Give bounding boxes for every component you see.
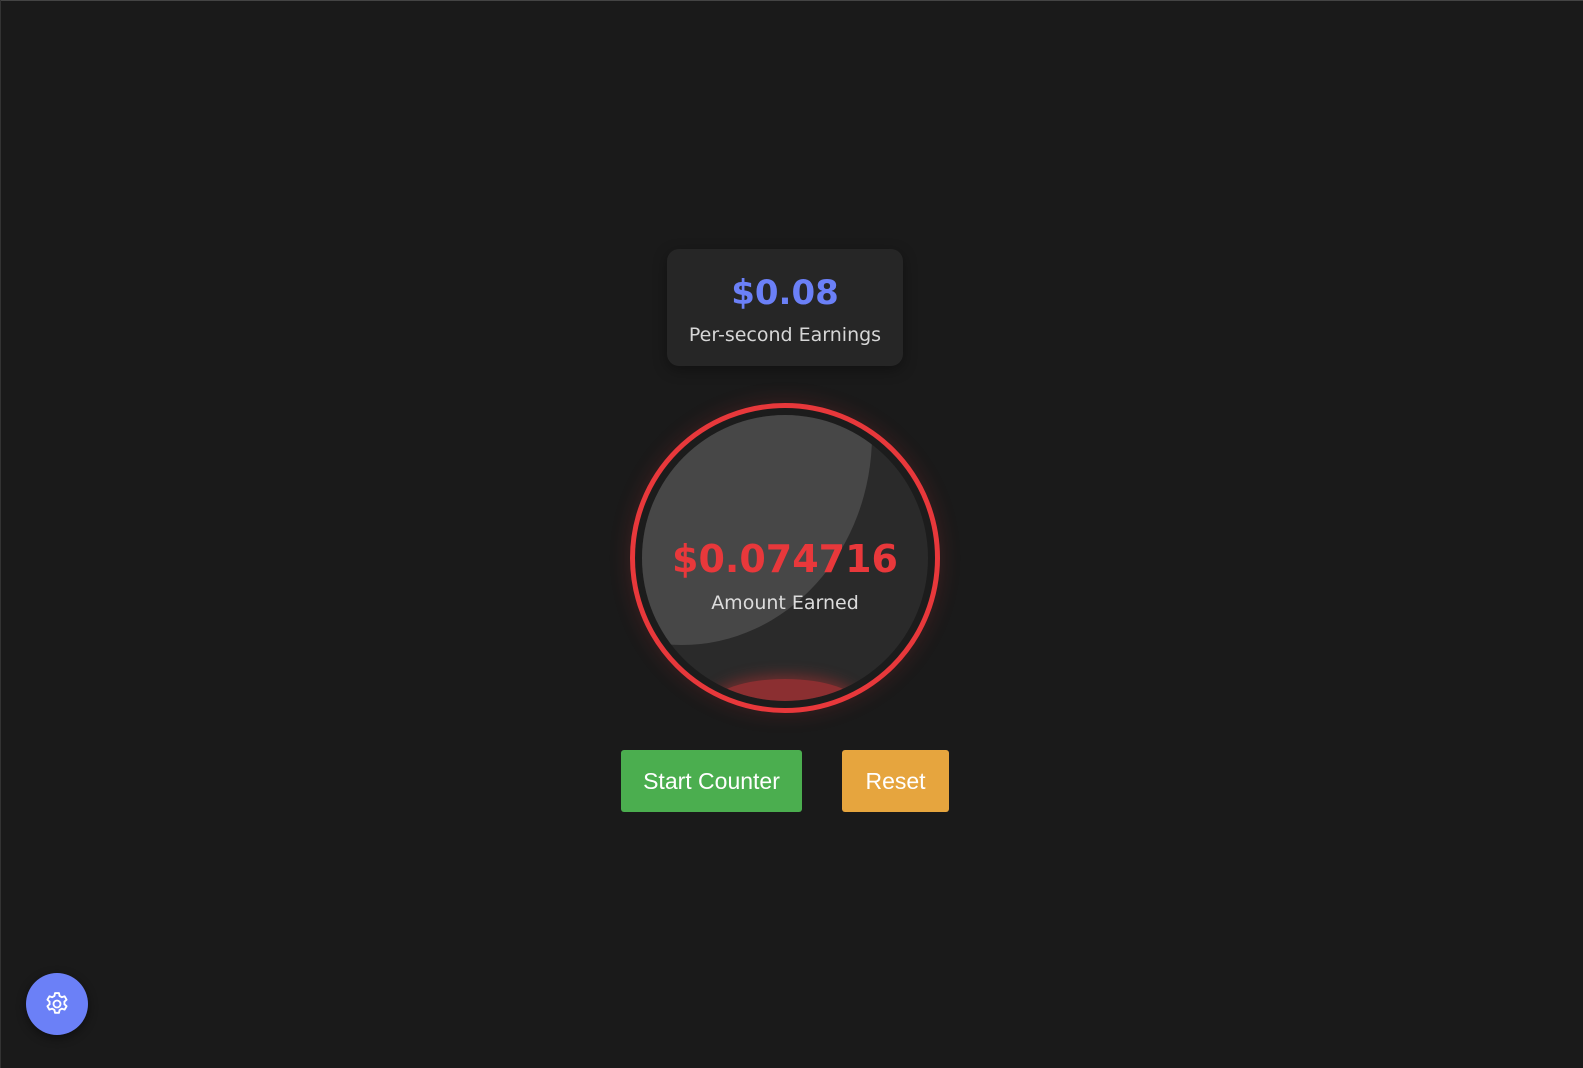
window-border-top	[0, 0, 1583, 1]
settings-button[interactable]	[26, 973, 88, 1035]
per-second-earnings-label: Per-second Earnings	[688, 324, 882, 346]
amount-earned-label: Amount Earned	[711, 592, 859, 614]
counter-glow	[712, 679, 858, 701]
rate-card: $0.08 Per-second Earnings	[667, 249, 903, 366]
counter-face: $0.074716 Amount Earned	[642, 415, 928, 701]
gear-icon	[46, 992, 68, 1014]
start-counter-button[interactable]: Start Counter	[621, 750, 802, 812]
reset-button[interactable]: Reset	[842, 750, 949, 812]
window-border-left	[0, 0, 1, 1068]
per-second-earnings-value: $0.08	[731, 273, 839, 313]
amount-earned-value: $0.074716	[672, 537, 898, 581]
amount-earned-counter: $0.074716 Amount Earned	[630, 403, 940, 713]
